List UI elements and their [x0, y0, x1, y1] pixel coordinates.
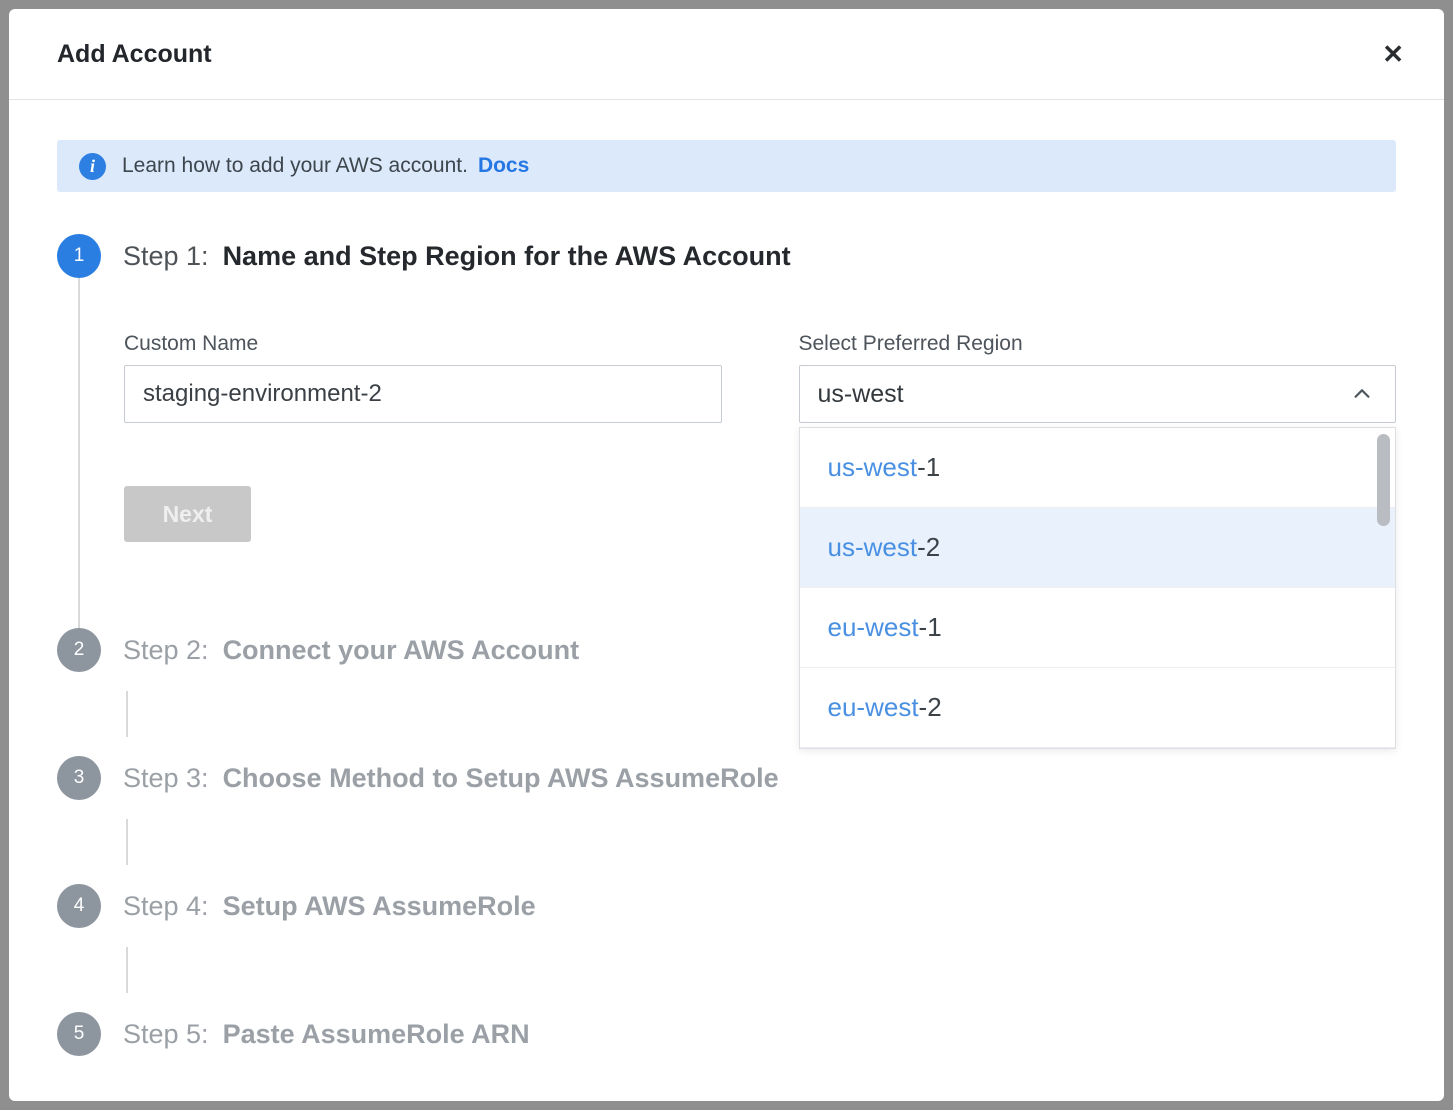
info-banner: i Learn how to add your AWS account. Doc… — [57, 140, 1396, 192]
step-4-title: Setup AWS AssumeRole — [223, 891, 536, 921]
region-select-value: us-west — [818, 380, 904, 409]
region-dropdown-menu: us-west-1 us-west-2 eu-west-1 eu-west-2 — [799, 427, 1397, 749]
step-2-label: Step 2: — [123, 635, 209, 665]
docs-link[interactable]: Docs — [478, 154, 529, 178]
region-select[interactable]: us-west — [799, 365, 1397, 423]
step-1-title: Name and Step Region for the AWS Account — [223, 241, 791, 271]
step-4-header: 4 Step 4: Setup AWS AssumeRole — [57, 884, 1396, 928]
step-2-title: Connect your AWS Account — [223, 635, 580, 665]
region-column: Select Preferred Region us-west us-west-… — [799, 332, 1397, 542]
step-1-header: 1 Step 1: Name and Step Region for the AW… — [57, 234, 1396, 278]
region-option-us-west-2[interactable]: us-west-2 — [800, 508, 1396, 588]
region-option-eu-west-2[interactable]: eu-west-2 — [800, 668, 1396, 748]
option-rest-text: -1 — [919, 612, 942, 643]
step-3-number-badge: 3 — [57, 756, 101, 800]
step-connector — [126, 800, 1396, 884]
step-2-text: Step 2: Connect your AWS Account — [123, 635, 579, 666]
step-1-label: Step 1: — [123, 241, 209, 271]
modal-header: Add Account ✕ — [9, 9, 1444, 100]
dropdown-scrollbar[interactable] — [1377, 434, 1390, 526]
step-5-label: Step 5: — [123, 1019, 209, 1049]
step-5-text: Step 5: Paste AssumeRole ARN — [123, 1019, 530, 1050]
chevron-up-icon — [1351, 383, 1373, 405]
option-match-text: us-west — [828, 532, 918, 563]
steps-list: 1 Step 1: Name and Step Region for the AW… — [9, 192, 1444, 1056]
step-2-number-badge: 2 — [57, 628, 101, 672]
option-rest-text: -2 — [917, 532, 940, 563]
option-rest-text: -2 — [919, 692, 942, 723]
option-match-text: eu-west — [828, 612, 919, 643]
option-rest-text: -1 — [917, 452, 940, 483]
custom-name-column: Custom Name Next — [124, 332, 722, 542]
option-match-text: us-west — [828, 452, 918, 483]
step-5-header: 5 Step 5: Paste AssumeRole ARN — [57, 1012, 1396, 1056]
step-5-number-badge: 5 — [57, 1012, 101, 1056]
step-3-label: Step 3: — [123, 763, 209, 793]
step-5-title: Paste AssumeRole ARN — [223, 1019, 530, 1049]
step-3-header: 3 Step 3: Choose Method to Setup AWS Assu… — [57, 756, 1396, 800]
modal-title: Add Account — [57, 40, 212, 69]
step-3-text: Step 3: Choose Method to Setup AWS Assume… — [123, 763, 779, 794]
step-4-label: Step 4: — [123, 891, 209, 921]
custom-name-input[interactable] — [124, 365, 722, 423]
step-1-text: Step 1: Name and Step Region for the AWS … — [123, 241, 791, 272]
step-4-number-badge: 4 — [57, 884, 101, 928]
next-button[interactable]: Next — [124, 486, 251, 542]
region-select-wrap: us-west us-west-1 us-west-2 — [799, 365, 1397, 423]
step-3-title: Choose Method to Setup AWS AssumeRole — [223, 763, 779, 793]
banner-text: Learn how to add your AWS account. — [122, 154, 468, 178]
add-account-modal: Add Account ✕ i Learn how to add your AW… — [9, 9, 1444, 1101]
custom-name-label: Custom Name — [124, 332, 722, 356]
info-icon: i — [79, 153, 106, 180]
step-1-body: Custom Name Next Select Preferred Region… — [78, 278, 1396, 628]
step-connector — [126, 928, 1396, 1012]
region-option-us-west-1[interactable]: us-west-1 — [800, 428, 1396, 508]
region-label: Select Preferred Region — [799, 332, 1397, 356]
step-4-text: Step 4: Setup AWS AssumeRole — [123, 891, 536, 922]
option-match-text: eu-west — [828, 692, 919, 723]
step-1-number-badge: 1 — [57, 234, 101, 278]
close-icon[interactable]: ✕ — [1382, 41, 1404, 67]
region-option-eu-west-1[interactable]: eu-west-1 — [800, 588, 1396, 668]
